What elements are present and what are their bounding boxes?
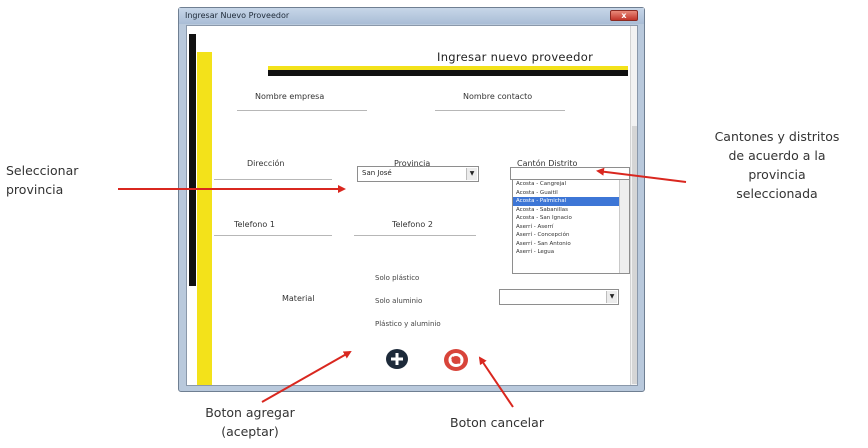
plus-circle-icon [386, 349, 408, 369]
canton-option[interactable]: Acosta - San Ignacio [513, 214, 629, 223]
window-title: Ingresar Nuevo Proveedor [185, 11, 290, 20]
annotation-line: Cantones y distritos [714, 129, 840, 144]
annotation-add-button: Boton agregar (aceptar) [190, 403, 310, 441]
scrollbar-thumb[interactable] [632, 126, 637, 384]
material-select[interactable]: ▼ [499, 289, 619, 305]
canton-option[interactable]: Acosta - Cangrejal [513, 180, 629, 189]
phone1-label: Telefono 1 [234, 220, 275, 229]
chevron-down-icon[interactable]: ▼ [606, 291, 617, 303]
address-label: Dirección [247, 159, 285, 168]
annotation-line: Seleccionar [6, 163, 79, 178]
chevron-down-icon[interactable]: ▼ [466, 168, 477, 180]
canton-option[interactable]: Acosta - Palmichal [513, 197, 629, 206]
phone2-label: Telefono 2 [392, 220, 433, 229]
cancel-circle-icon [444, 349, 468, 371]
annotation-cancel-button: Boton cancelar [450, 413, 544, 432]
annotation-line: provincia [6, 182, 64, 197]
header-yellow-bar [268, 66, 628, 70]
canton-option[interactable]: Aserrí - San Antonio [513, 240, 629, 249]
close-icon: x [621, 11, 627, 20]
phone2-field[interactable] [354, 235, 476, 236]
province-selected-value: San José [362, 169, 392, 177]
annotation-line: Boton agregar [205, 405, 295, 420]
contact-name-label: Nombre contacto [463, 92, 533, 101]
canton-district-dropdown-list[interactable]: Acosta - Cangrejal Acosta - Guaitil Acosta… [512, 179, 630, 274]
material-option-aluminum[interactable]: Solo aluminio [375, 297, 422, 305]
canton-option[interactable]: Aserrí - Concepción [513, 231, 629, 240]
window-close-button[interactable]: x [610, 10, 638, 21]
form-area: Ingresar nuevo proveedor Nombre empresa … [186, 25, 638, 386]
contact-name-field[interactable] [435, 110, 565, 111]
canton-option[interactable]: Acosta - Sabanillas [513, 206, 629, 215]
material-label: Material [282, 294, 315, 303]
left-yellow-bar [197, 52, 212, 385]
annotation-line: seleccionada [736, 186, 818, 201]
canton-option[interactable]: Aserrí - Legua [513, 248, 629, 257]
annotation-line: provincia [748, 167, 806, 182]
form-title: Ingresar nuevo proveedor [437, 50, 594, 64]
phone1-field[interactable] [214, 235, 332, 236]
canton-option[interactable]: Aserrí - Aserrí [513, 223, 629, 232]
material-option-both[interactable]: Plástico y aluminio [375, 320, 441, 328]
header-black-bar [268, 70, 628, 76]
company-name-label: Nombre empresa [255, 92, 325, 101]
window-titlebar[interactable]: Ingresar Nuevo Proveedor x [179, 8, 644, 24]
material-option-plastic[interactable]: Solo plástico [375, 274, 419, 282]
left-black-bar [189, 34, 196, 286]
company-name-field[interactable] [237, 110, 367, 111]
address-field[interactable] [214, 179, 332, 180]
dropdown-scrollbar[interactable] [619, 180, 629, 273]
annotation-line: de acuerdo a la [728, 148, 826, 163]
cancel-button[interactable] [441, 348, 471, 372]
annotation-cantons: Cantones y distritos de acuerdo a la pro… [692, 127, 862, 203]
annotation-select-province: Seleccionar provincia [6, 161, 78, 199]
add-button[interactable] [383, 348, 411, 370]
provider-window: Ingresar Nuevo Proveedor x Ingresar nuev… [178, 7, 645, 392]
annotation-line: Boton cancelar [450, 415, 544, 430]
form-scrollbar[interactable] [630, 26, 637, 385]
canton-option[interactable]: Acosta - Guaitil [513, 189, 629, 198]
province-select[interactable]: San José ▼ [357, 166, 479, 182]
annotation-line: (aceptar) [221, 424, 279, 439]
